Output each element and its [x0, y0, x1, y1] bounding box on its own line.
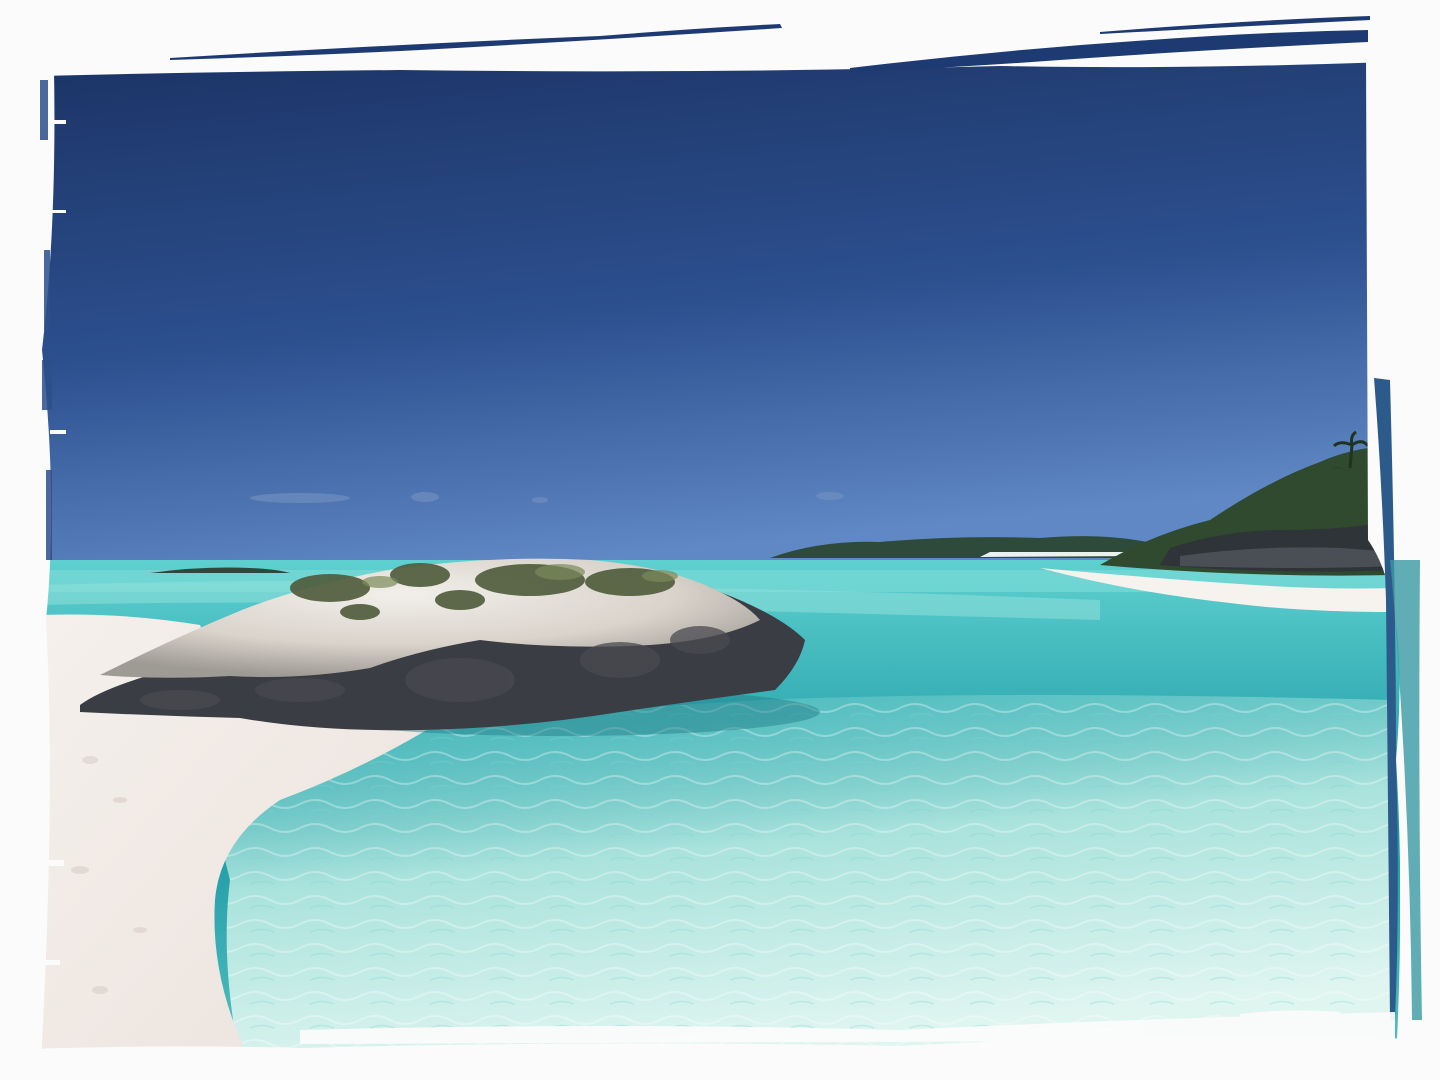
sky — [40, 60, 1380, 580]
beach-photo — [0, 0, 1440, 1080]
